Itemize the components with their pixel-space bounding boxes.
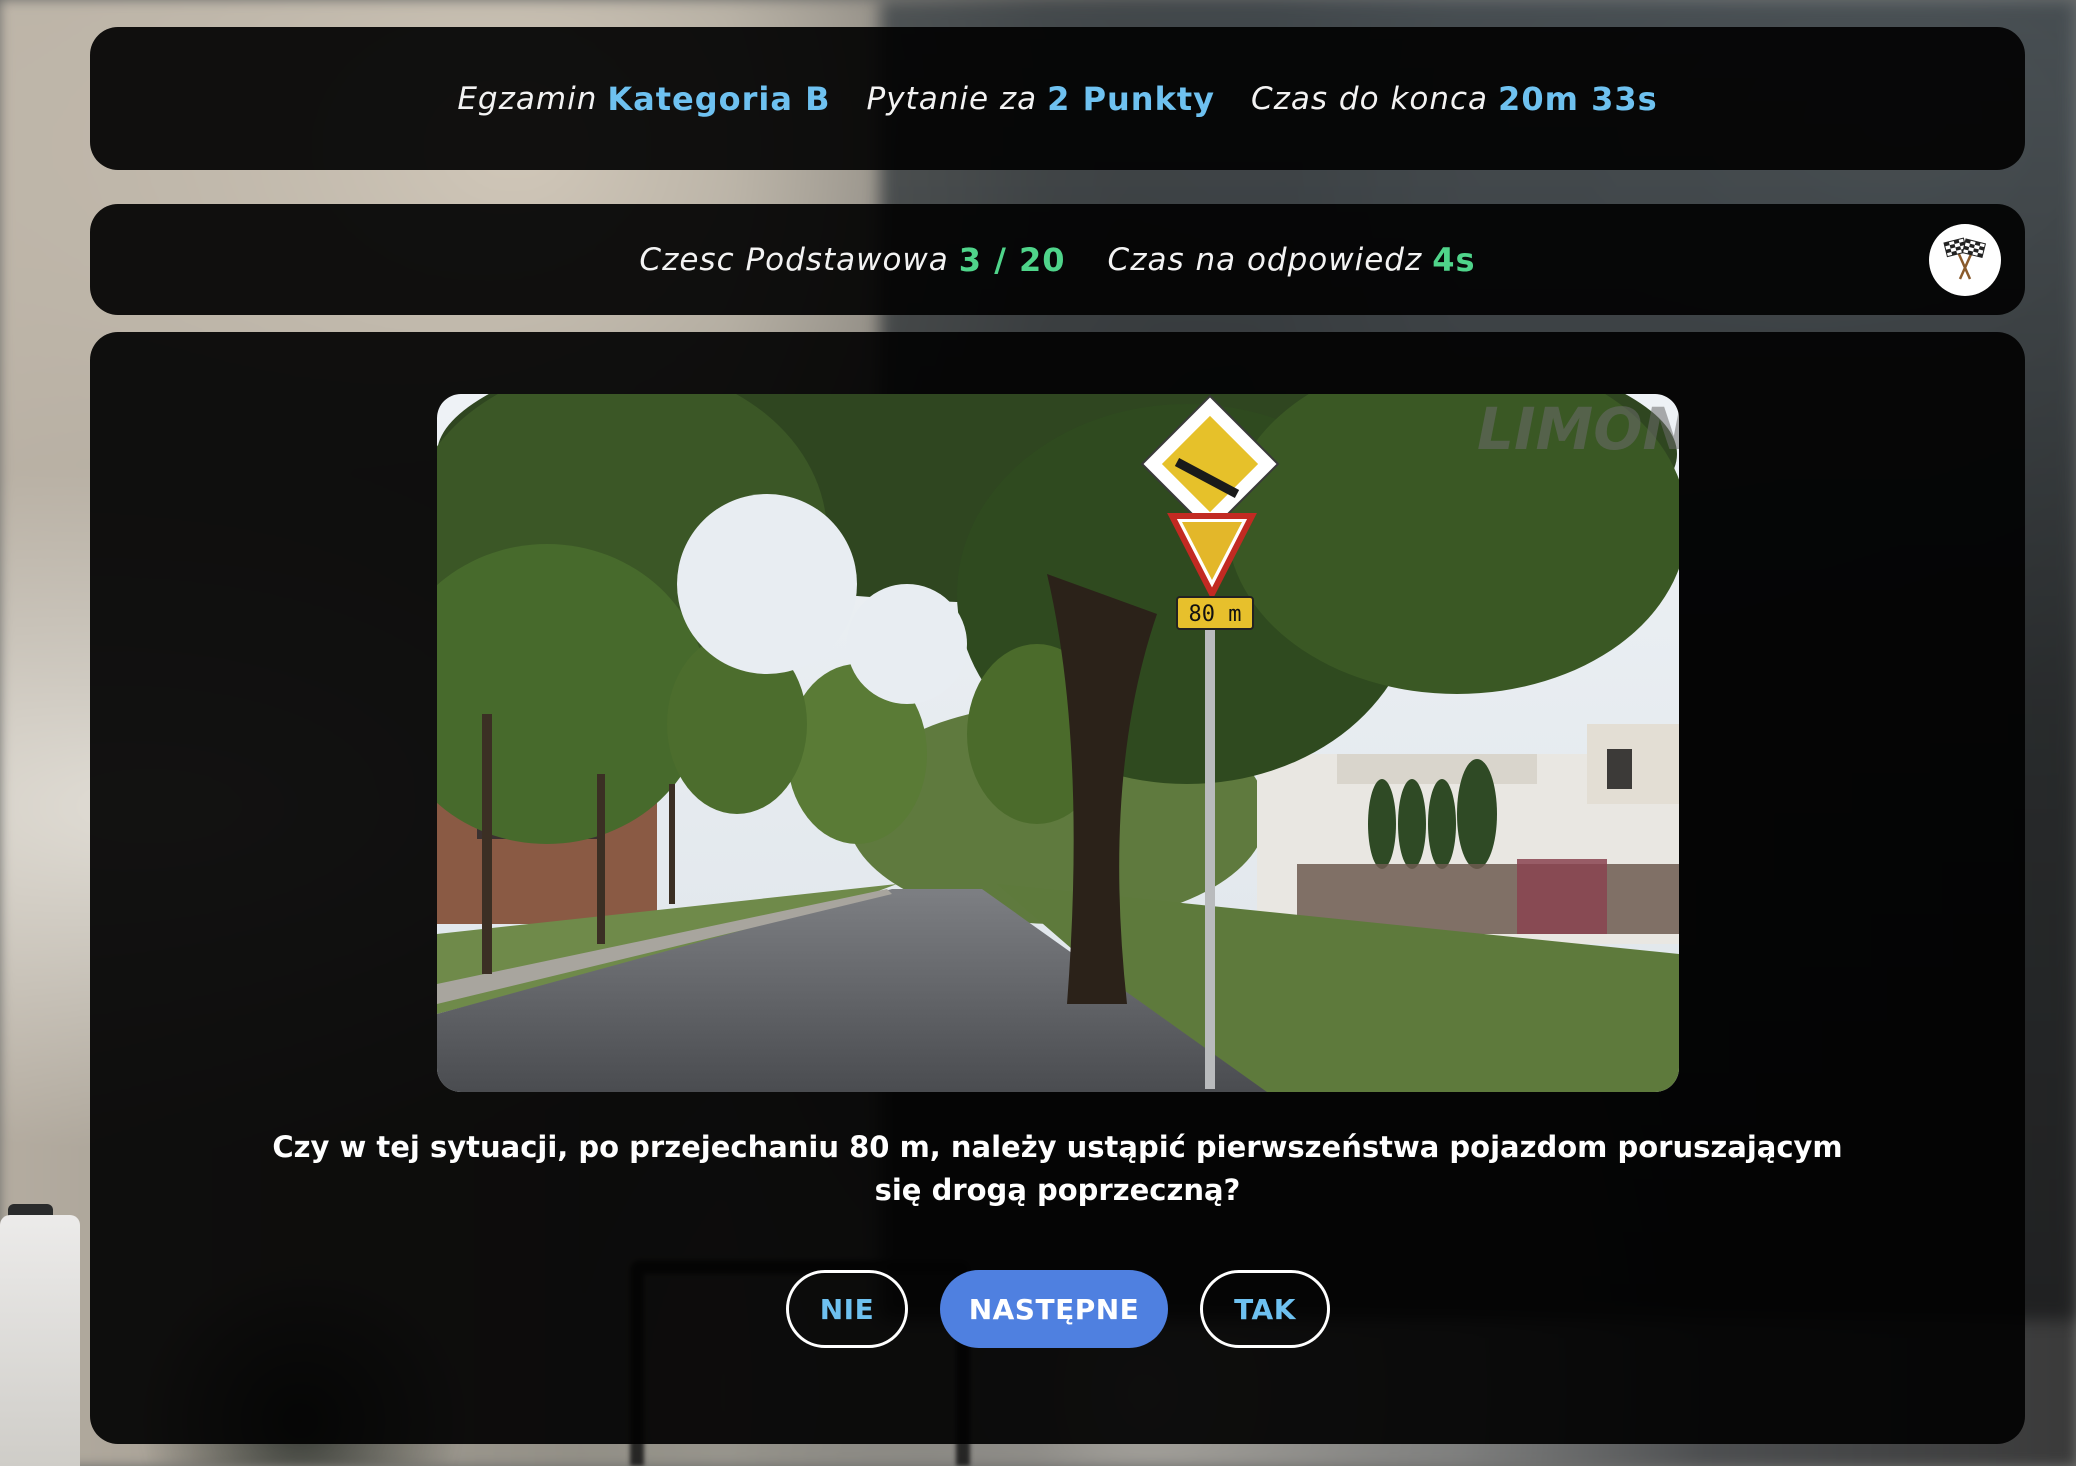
answer-no-button[interactable]: NIE: [786, 1270, 908, 1348]
part-label: Czesc Podstawowa: [639, 241, 949, 278]
finish-exam-button[interactable]: [1929, 224, 2001, 296]
image-watermark: LIMONA: [1477, 395, 1679, 463]
time-left-label: Czas do konca: [1251, 80, 1489, 117]
question-counter: 3 / 20: [958, 240, 1066, 279]
answer-yes-button[interactable]: TAK: [1200, 1270, 1330, 1348]
next-question-button[interactable]: NASTĘPNE: [940, 1270, 1168, 1348]
question-card: 80 m LIMONA Czy w tej sytuacji, po przej…: [90, 332, 2025, 1444]
question-text: Czy w tej sytuacji, po przejechaniu 80 m…: [272, 1130, 1843, 1207]
answer-time-label: Czas na odpowiedz: [1107, 241, 1423, 278]
question-points-label: Pytanie za: [866, 80, 1038, 117]
exam-category: Kategoria B: [607, 79, 831, 118]
checkered-flags-icon: [1943, 237, 1987, 280]
answer-time: 4s: [1432, 240, 1476, 279]
question-image: 80 m LIMONA: [437, 394, 1679, 1092]
exam-label: Egzamin: [457, 80, 598, 117]
question-points: 2 Punkty: [1047, 79, 1216, 118]
progress-bar: Czesc Podstawowa 3 / 20 Czas na odpowied…: [90, 204, 2025, 315]
background-cup: [0, 1215, 80, 1466]
time-left: 20m 33s: [1498, 79, 1658, 118]
sign-plate-text: 80 m: [1189, 602, 1242, 627]
exam-info-bar: Egzamin Kategoria B Pytanie za 2 Punkty …: [90, 27, 2025, 170]
